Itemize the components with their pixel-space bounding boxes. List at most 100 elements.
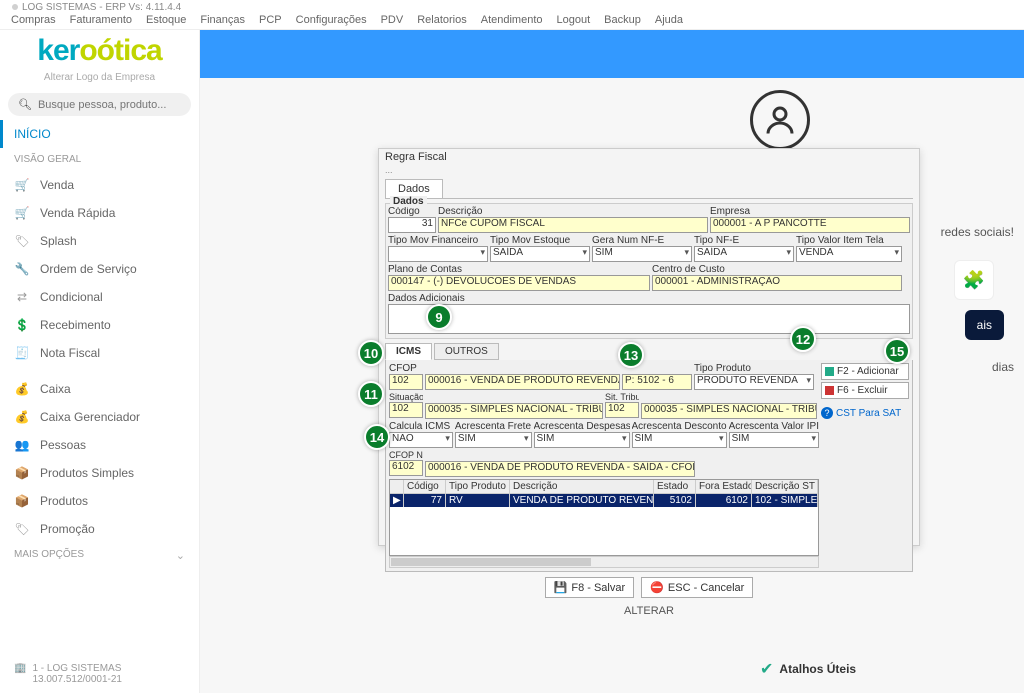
descricao-field[interactable]: NFCe CUPOM FISCAL	[438, 217, 708, 233]
callout-14: 14	[364, 424, 390, 450]
tipo-produto-select[interactable]: PRODUTO REVENDA	[694, 374, 814, 390]
add-button[interactable]: F2 - Adicionar	[821, 363, 909, 380]
menu-pdv[interactable]: PDV	[374, 14, 411, 29]
tag-icon: 🏷	[14, 234, 30, 248]
people-icon: 👥	[14, 438, 30, 452]
callout-12: 12	[790, 326, 816, 352]
cfop-nc-code[interactable]: 6102	[389, 460, 423, 476]
nav-caixa[interactable]: 💰Caixa	[0, 375, 199, 403]
dialog-title: Regra Fiscal	[379, 149, 919, 165]
search-box[interactable]: 🔍︎	[8, 93, 191, 116]
cancel-button[interactable]: ⛔ESC - Cancelar	[641, 577, 753, 598]
nav-venda-rapida[interactable]: 🛒Venda Rápida	[0, 199, 199, 227]
sit-ext-code[interactable]: 102	[605, 402, 639, 418]
centro-custo-field[interactable]: 000001 - ADMINISTRAÇÃO	[652, 275, 902, 291]
nav-caixa-ger[interactable]: 💰Caixa Gerenciador	[0, 403, 199, 431]
sit-int-desc[interactable]: 000035 - SIMPLES NACIONAL - TRIBUTADA PE	[425, 403, 603, 419]
menu-atendimento[interactable]: Atendimento	[474, 14, 550, 29]
bg-text-redes: redes sociais!	[941, 225, 1014, 239]
sit-int-code[interactable]: 102	[389, 402, 423, 418]
menu-pcp[interactable]: PCP	[252, 14, 289, 29]
codigo-field[interactable]: 31	[388, 217, 436, 233]
alter-logo-link[interactable]: Alterar Logo da Empresa	[0, 72, 199, 89]
nav-produtos[interactable]: 📦Produtos	[0, 487, 199, 515]
bg-text-dias: dias	[992, 360, 1014, 374]
callout-11: 11	[358, 381, 384, 407]
cart-icon: 🛒	[14, 178, 30, 192]
h-scrollbar[interactable]	[389, 556, 819, 568]
dados-adic-field[interactable]	[388, 304, 910, 334]
nav-mais[interactable]: MAIS OPÇÕES⌄	[0, 543, 199, 568]
menu-faturamento[interactable]: Faturamento	[63, 14, 139, 29]
nav-prod-simples[interactable]: 📦Produtos Simples	[0, 459, 199, 487]
nav-nota-fiscal[interactable]: 🧾Nota Fiscal	[0, 339, 199, 367]
nav-pessoas[interactable]: 👥Pessoas	[0, 431, 199, 459]
nav-os[interactable]: 🔧Ordem de Serviço	[0, 255, 199, 283]
calc-icms-select[interactable]: NAO	[389, 432, 453, 448]
table-row[interactable]: ▶ 77 RV VENDA DE PRODUTO REVENDA 5102 61…	[390, 494, 818, 507]
tipo-mov-fin-select[interactable]	[388, 246, 488, 262]
tipo-mov-est-select[interactable]: SAÍDA	[490, 246, 590, 262]
save-icon: 💾	[554, 581, 568, 594]
register-icon: 💰	[14, 382, 30, 396]
cfop-nc-desc[interactable]: 000016 - VENDA DE PRODUTO REVENDA - SAÍD…	[425, 461, 695, 477]
titlebar: LOG SISTEMAS - ERP Vs: 4.11.4.4	[0, 0, 1024, 14]
delete-button[interactable]: F6 - Excluir	[821, 382, 909, 399]
menu-logout[interactable]: Logout	[550, 14, 598, 29]
cfop-desc[interactable]: 000016 - VENDA DE PRODUTO REVENDA - SAÍD	[425, 374, 620, 390]
group-dados: Dados Código31 DescriçãoNFCe CUPOM FISCA…	[385, 203, 913, 339]
acr-desp-select[interactable]: SIM	[534, 432, 630, 448]
box-icon: 📦	[14, 494, 30, 508]
menu-financas[interactable]: Finanças	[193, 14, 252, 29]
search-input[interactable]	[38, 99, 181, 111]
acr-ipi-select[interactable]: SIM	[729, 432, 819, 448]
icms-panel: F2 - Adicionar F6 - Excluir ?CST Para SA…	[385, 360, 913, 572]
callout-9: 9	[426, 304, 452, 330]
acr-desc-select[interactable]: SIM	[632, 432, 727, 448]
topbar	[200, 30, 1024, 78]
dialog-subtitle: ...	[379, 165, 919, 175]
chevron-down-icon: ⌄	[176, 549, 185, 562]
tab-outros[interactable]: OUTROS	[434, 343, 499, 360]
bg-widget-icon: 🧩	[954, 260, 994, 300]
logo[interactable]: keroótica	[0, 30, 199, 72]
cfop-code[interactable]: 102	[389, 374, 423, 390]
nav-inicio[interactable]: INÍCIO	[0, 120, 199, 148]
status-bar: ALTERAR	[379, 603, 919, 619]
save-button[interactable]: 💾F8 - Salvar	[545, 577, 635, 598]
menu-compras[interactable]: Compras	[4, 14, 63, 29]
tab-icms[interactable]: ICMS	[385, 343, 432, 360]
menu-backup[interactable]: Backup	[597, 14, 648, 29]
menu-ajuda[interactable]: Ajuda	[648, 14, 690, 29]
avatar[interactable]	[750, 90, 810, 150]
sit-ext-desc[interactable]: 000035 - SIMPLES NACIONAL - TRIBUTADA PE	[641, 403, 817, 419]
atalhos-uteis[interactable]: ✔ Atalhos Úteis	[760, 659, 856, 679]
cfop-suffix[interactable]: P: 5102 - 6	[622, 374, 692, 390]
callout-15: 15	[884, 338, 910, 364]
tipo-nfe-select[interactable]: SAÍDA	[694, 246, 794, 262]
gera-num-select[interactable]: SIM	[592, 246, 692, 262]
plano-contas-field[interactable]: 000147 - (-) DEVOLUCOES DE VENDAS	[388, 275, 650, 291]
menu-config[interactable]: Configurações	[289, 14, 374, 29]
footer-company: 🏢 1 - LOG SISTEMAS 13.007.512/0001-21	[14, 663, 122, 685]
box-icon: 📦	[14, 466, 30, 480]
callout-10: 10	[358, 340, 384, 366]
nav-splash[interactable]: 🏷Splash	[0, 227, 199, 255]
sidebar: keroótica Alterar Logo da Empresa 🔍︎ INÍ…	[0, 30, 200, 693]
callout-13: 13	[618, 342, 644, 368]
acr-frete-select[interactable]: SIM	[455, 432, 532, 448]
plus-icon	[825, 367, 834, 376]
menu-estoque[interactable]: Estoque	[139, 14, 193, 29]
nav-venda[interactable]: 🛒Venda	[0, 171, 199, 199]
tipo-valor-select[interactable]: VENDA	[796, 246, 902, 262]
app-icon	[12, 4, 18, 10]
menu-relatorios[interactable]: Relatorios	[410, 14, 474, 29]
empresa-field[interactable]: 000001 - A P PANCOTTE	[710, 217, 910, 233]
nav-condicional[interactable]: ⇄Condicional	[0, 283, 199, 311]
app-title: LOG SISTEMAS - ERP Vs: 4.11.4.4	[22, 2, 181, 13]
bg-button[interactable]: ais	[965, 310, 1004, 340]
cfop-table[interactable]: Código Tipo Produto Descrição Estado For…	[389, 479, 819, 556]
nav-recebimento[interactable]: 💲Recebimento	[0, 311, 199, 339]
nav-promocao[interactable]: 🏷Promoção	[0, 515, 199, 543]
cst-link[interactable]: ?CST Para SAT	[821, 407, 909, 419]
